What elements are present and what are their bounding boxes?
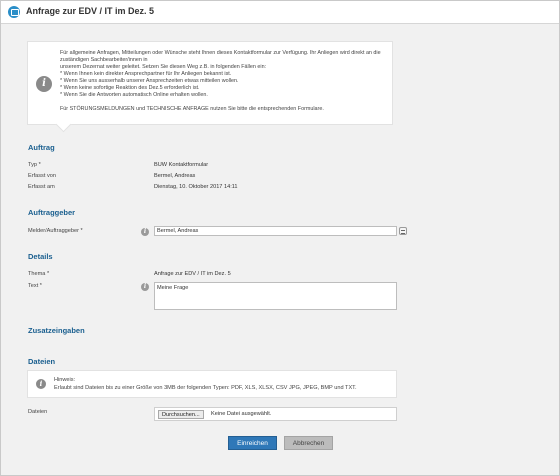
info-panel: i Für allgemeine Anfragen, Mitteilungen … bbox=[27, 41, 393, 125]
typ-label: Typ * bbox=[28, 162, 41, 168]
info-line: Für allgemeine Anfragen, Mitteilungen od… bbox=[60, 50, 381, 63]
info-line: * Wenn keine sofortige Reaktion des Dez.… bbox=[60, 85, 200, 91]
text-textarea[interactable]: Meine Frage bbox=[154, 282, 397, 310]
melder-label: Melder/Auftraggeber * bbox=[28, 228, 83, 234]
hint-title: Hinweis: bbox=[54, 377, 76, 383]
section-dateien-heading: Dateien bbox=[28, 357, 56, 366]
lookup-icon[interactable] bbox=[399, 227, 407, 235]
hint-text: Erlaubt sind Dateien bis zu einer Größe … bbox=[54, 385, 357, 391]
browse-button[interactable]: Durchsuchen... bbox=[158, 410, 204, 419]
info-line: * Wenn Ihnen kein direkter Ansprechpartn… bbox=[60, 71, 232, 77]
form-window: Anfrage zur EDV / IT im Dez. 5 i Für all… bbox=[0, 0, 560, 476]
info-icon: i bbox=[36, 76, 52, 92]
info-text: Für allgemeine Anfragen, Mitteilungen od… bbox=[60, 50, 388, 113]
section-auftraggeber-heading: Auftraggeber bbox=[28, 208, 76, 217]
title-bar: Anfrage zur EDV / IT im Dez. 5 bbox=[1, 1, 559, 24]
file-hint-panel: i Hinweis: Erlaubt sind Dateien bis zu e… bbox=[27, 370, 397, 398]
section-auftrag-heading: Auftrag bbox=[28, 143, 55, 152]
section-zusatzeingaben-heading: Zusatzeingaben bbox=[28, 326, 85, 335]
cancel-button[interactable]: Abbrechen bbox=[284, 436, 333, 450]
file-input[interactable]: Durchsuchen... Keine Datei ausgewählt. bbox=[154, 407, 397, 421]
submit-button[interactable]: Einreichen bbox=[228, 436, 277, 450]
thema-label: Thema * bbox=[28, 271, 50, 277]
dateien-label: Dateien bbox=[28, 409, 48, 415]
info-line: unserem Dezernat weiter geleitet. Setzen… bbox=[60, 64, 267, 70]
info-line: * Wenn Sie uns ausserhalb unserer Anspre… bbox=[60, 78, 239, 84]
text-help-icon[interactable]: i bbox=[141, 283, 149, 291]
section-details-heading: Details bbox=[28, 252, 53, 261]
typ-value: BUW Kontaktformular bbox=[154, 162, 209, 168]
thema-value: Anfrage zur EDV / IT im Dez. 5 bbox=[154, 271, 231, 277]
erfasst-von-label: Erfasst von bbox=[28, 173, 56, 179]
info-line: * Wenn Sie die Antworten automatisch Onl… bbox=[60, 92, 208, 98]
info-footer: Für STÖRUNGSMELDUNGEN und TECHNISCHE ANF… bbox=[60, 106, 324, 112]
melder-input[interactable]: Bermel, Andreas bbox=[154, 226, 397, 236]
melder-help-icon[interactable]: i bbox=[141, 228, 149, 236]
page-title: Anfrage zur EDV / IT im Dez. 5 bbox=[26, 6, 155, 16]
info-icon: i bbox=[36, 379, 46, 389]
erfasst-am-value: Dienstag, 10. Oktober 2017 14:11 bbox=[154, 184, 238, 190]
file-status: Keine Datei ausgewählt. bbox=[211, 411, 272, 417]
erfasst-von-value: Bermel, Andreas bbox=[154, 173, 196, 179]
erfasst-am-label: Erfasst am bbox=[28, 184, 55, 190]
monitor-icon bbox=[8, 6, 20, 18]
text-label: Text * bbox=[28, 283, 42, 289]
